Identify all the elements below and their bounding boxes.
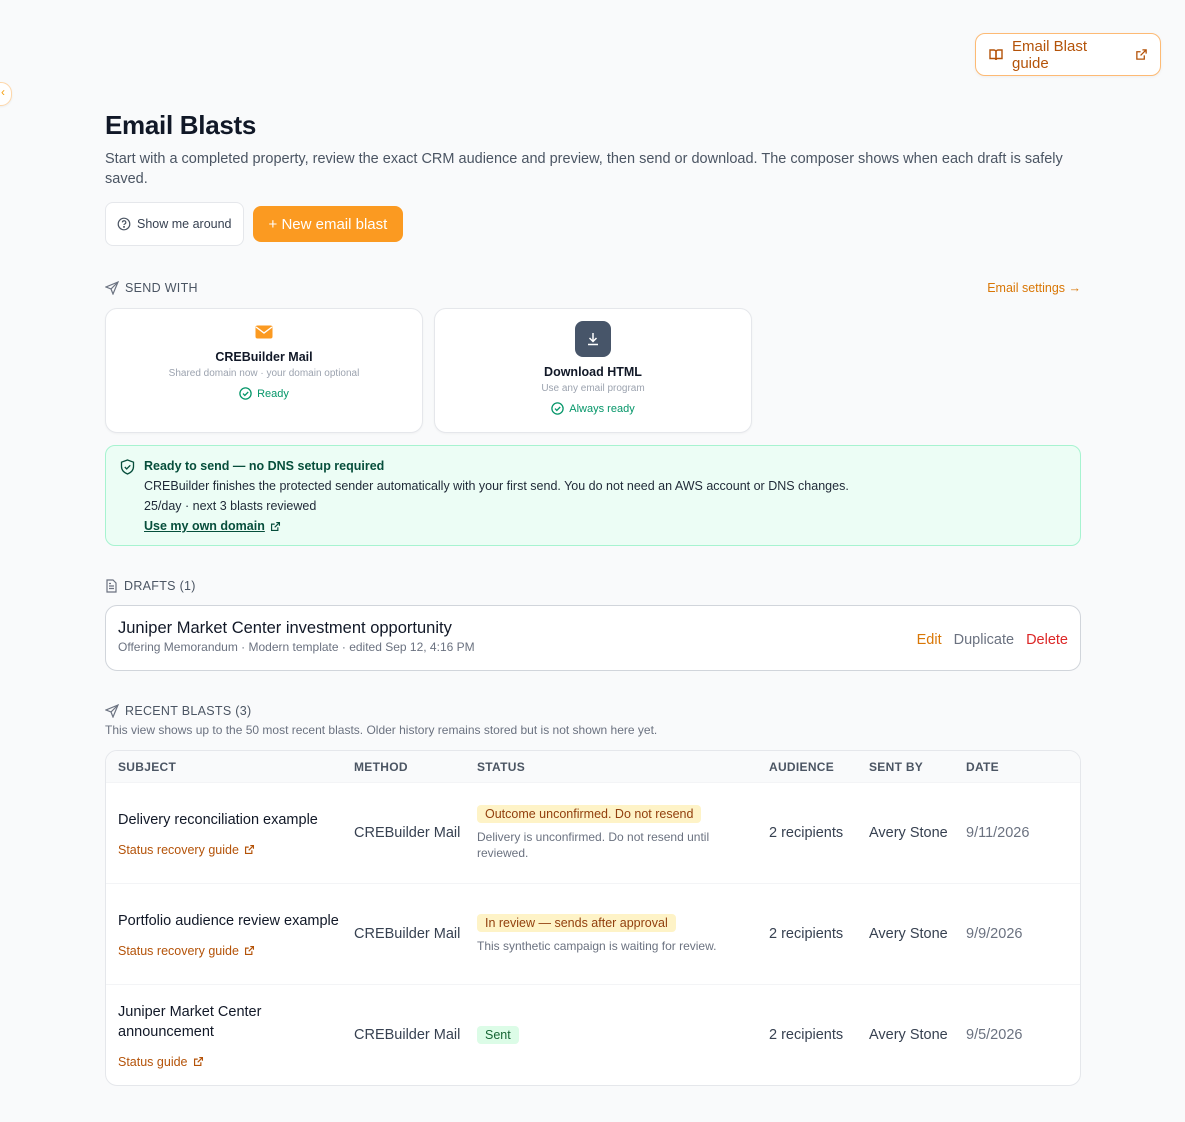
recent-label: RECENT BLASTS (3) — [125, 704, 252, 718]
column-header-subject: SUBJECT — [118, 759, 177, 774]
card-subtitle: Shared domain now · your domain optional — [168, 368, 360, 379]
table-row[interactable]: Portfolio audience review example Status… — [106, 884, 1080, 985]
edit-draft-button[interactable]: Edit — [917, 632, 942, 648]
tour-label: Show me around — [137, 217, 232, 231]
document-icon — [106, 579, 117, 593]
blast-audience: 2 recipients — [769, 1027, 844, 1043]
notice-title: Ready to send — no DNS setup required — [144, 459, 385, 473]
external-link-icon — [244, 945, 254, 956]
table-header: SUBJECT METHOD STATUS AUDIENCE SENT BY D… — [106, 751, 1080, 783]
blast-subject: Portfolio audience review example — [118, 912, 339, 929]
new-email-blast-button[interactable]: + New email blast — [252, 206, 404, 242]
table-row[interactable]: Juniper Market Center announcement Statu… — [106, 985, 1080, 1085]
notice-quota: 25/day · next 3 blasts reviewed — [144, 499, 317, 513]
link-label: Status recovery guide — [118, 842, 239, 857]
ready-status: Always ready — [551, 402, 635, 415]
draft-item[interactable]: Juniper Market Center investment opportu… — [105, 605, 1081, 671]
blast-method: CREBuilder Mail — [354, 825, 461, 841]
recent-blasts-table: SUBJECT METHOD STATUS AUDIENCE SENT BY D… — [105, 750, 1081, 1086]
page-title: Email Blasts — [105, 110, 257, 140]
card-title: CREBuilder Mail — [215, 350, 313, 364]
send-method-download-html[interactable]: Download HTML Use any email program Alwa… — [434, 308, 752, 433]
blast-sent-by: Avery Stone — [869, 825, 948, 841]
blast-audience: 2 recipients — [769, 825, 844, 841]
column-header-sent-by: SENT BY — [869, 759, 924, 774]
status-badge: Sent — [477, 1026, 519, 1044]
check-circle-icon — [239, 387, 252, 400]
status-recovery-guide-link[interactable]: Status recovery guide — [118, 843, 354, 857]
blast-date: 9/9/2026 — [966, 926, 1023, 942]
blast-date: 9/5/2026 — [966, 1027, 1023, 1043]
draft-title: Juniper Market Center investment opportu… — [118, 619, 452, 637]
blast-method: CREBuilder Mail — [354, 926, 461, 942]
status-label: Always ready — [569, 402, 635, 415]
draft-meta: Offering Memorandum · Modern template · … — [118, 640, 475, 654]
column-header-date: DATE — [966, 759, 999, 774]
help-circle-icon — [117, 217, 131, 231]
download-icon — [575, 321, 611, 357]
blast-date: 9/11/2026 — [966, 825, 1030, 841]
envelope-icon — [255, 325, 273, 339]
book-icon — [989, 48, 1003, 60]
table-row[interactable]: Delivery reconciliation example Status r… — [106, 783, 1080, 884]
duplicate-draft-button[interactable]: Duplicate — [954, 632, 1014, 648]
column-header-method: METHOD — [354, 759, 408, 774]
status-recovery-guide-link[interactable]: Status recovery guide — [118, 944, 354, 958]
check-circle-icon — [551, 402, 565, 415]
status-note: This synthetic campaign is waiting for r… — [477, 939, 717, 953]
status-guide-link[interactable]: Status guide — [118, 1055, 354, 1069]
status-badge: Outcome unconfirmed. Do not resend — [477, 805, 702, 823]
dns-notice: Ready to send — no DNS setup required CR… — [105, 445, 1081, 546]
link-label: Use my own domain — [144, 519, 265, 533]
send-method-crebuilder-mail[interactable]: CREBuilder Mail Shared domain now · your… — [105, 308, 423, 433]
ready-status: Ready — [239, 387, 289, 400]
show-me-around-button[interactable]: Show me around — [105, 202, 244, 246]
blast-sent-by: Avery Stone — [869, 926, 948, 942]
blast-subject: Delivery reconciliation example — [118, 811, 318, 828]
column-header-status: STATUS — [477, 759, 526, 774]
shield-check-icon — [120, 459, 135, 475]
email-settings-link[interactable]: Email settings → — [987, 281, 1081, 295]
send-with-header: SEND WITH Email settings → — [105, 281, 1081, 295]
email-blast-guide-button[interactable]: Email Blast guide — [975, 33, 1161, 76]
send-icon — [105, 704, 119, 718]
page-subtitle: Start with a completed property, review … — [105, 151, 1063, 187]
blast-sent-by: Avery Stone — [869, 1027, 948, 1043]
guide-label: Email Blast guide — [1012, 37, 1088, 72]
delete-draft-button[interactable]: Delete — [1026, 632, 1068, 648]
drafts-header: DRAFTS (1) — [105, 579, 1081, 593]
recent-blasts-header: RECENT BLASTS (3) — [105, 704, 1081, 718]
use-own-domain-link[interactable]: Use my own domain — [144, 516, 281, 536]
external-link-icon — [270, 521, 280, 531]
status-note: Delivery is unconfirmed. Do not resend u… — [477, 830, 710, 860]
send-icon — [105, 281, 119, 295]
link-label: Status recovery guide — [118, 943, 239, 958]
column-header-audience: AUDIENCE — [769, 759, 835, 774]
status-badge: In review — sends after approval — [477, 914, 676, 932]
blast-audience: 2 recipients — [769, 926, 844, 942]
external-link-icon — [244, 844, 254, 855]
recent-note: This view shows up to the 50 most recent… — [105, 723, 658, 737]
chevron-left-icon: ‹ — [1, 85, 5, 99]
blast-method: CREBuilder Mail — [354, 1027, 461, 1043]
send-with-label: SEND WITH — [125, 281, 198, 295]
sidebar-collapse-toggle[interactable]: ‹ — [0, 82, 12, 106]
external-link-icon — [1136, 49, 1147, 60]
notice-body: CREBuilder finishes the protected sender… — [144, 479, 849, 493]
external-link-icon — [193, 1056, 203, 1067]
drafts-label: DRAFTS (1) — [124, 579, 196, 593]
card-subtitle: Use any email program — [541, 383, 645, 394]
link-label: Status guide — [118, 1054, 188, 1069]
status-label: Ready — [257, 387, 289, 400]
card-title: Download HTML — [544, 365, 642, 379]
blast-subject: Juniper Market Center announcement — [118, 1003, 262, 1040]
